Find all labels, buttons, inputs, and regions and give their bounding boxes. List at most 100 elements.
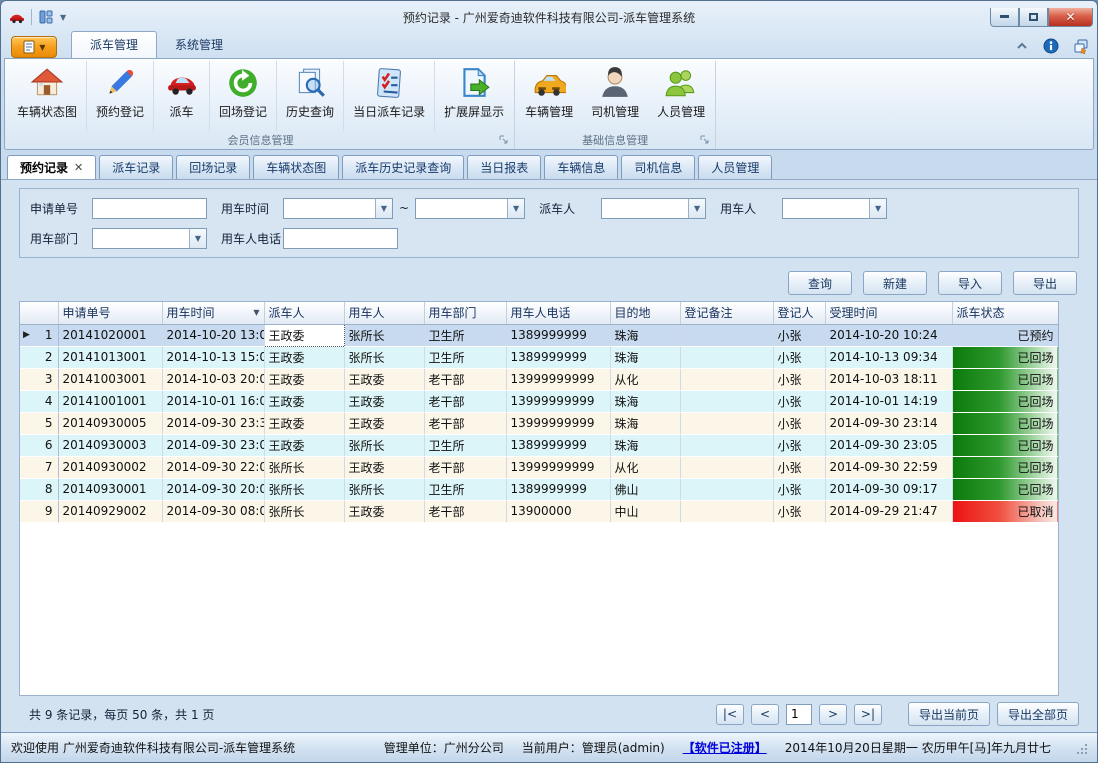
column-header-派车人[interactable]: 派车人 <box>264 302 344 324</box>
switch-window-icon[interactable] <box>1073 38 1089 54</box>
table-cell[interactable]: 2014-09-30 23:14 <box>825 412 952 434</box>
table-row[interactable]: 6201409300032014-09-30 23:00王政委张所长卫生所138… <box>20 434 1058 456</box>
table-cell[interactable]: 2014-10-01 14:19 <box>825 390 952 412</box>
table-cell[interactable]: 从化 <box>610 456 680 478</box>
row-indicator-cell[interactable]: 2 <box>20 346 58 368</box>
table-cell[interactable]: 2014-10-13 09:34 <box>825 346 952 368</box>
table-cell[interactable]: 小张 <box>773 368 825 390</box>
row-indicator-cell[interactable]: 6 <box>20 434 58 456</box>
table-cell[interactable]: 王政委 <box>264 346 344 368</box>
chevron-down-icon[interactable]: ▼ <box>189 229 206 248</box>
table-cell[interactable]: 王政委 <box>264 434 344 456</box>
minimize-button[interactable] <box>990 8 1019 27</box>
table-cell[interactable] <box>680 390 773 412</box>
dispatcher-combo[interactable]: ▼ <box>601 198 706 219</box>
table-cell[interactable]: 已预约 <box>952 324 1058 346</box>
table-cell[interactable]: 小张 <box>773 346 825 368</box>
table-cell[interactable]: 中山 <box>610 500 680 522</box>
table-cell[interactable]: 2014-09-30 23:00 <box>162 434 264 456</box>
table-cell[interactable]: 2014-09-30 23:05 <box>825 434 952 456</box>
app-car-icon[interactable] <box>9 9 25 25</box>
column-header-登记人[interactable]: 登记人 <box>773 302 825 324</box>
table-cell[interactable]: 卫生所 <box>424 434 506 456</box>
doc-tab-7[interactable]: 司机信息 <box>621 155 695 179</box>
column-header-派车状态[interactable]: 派车状态 <box>952 302 1058 324</box>
chevron-down-icon[interactable]: ▼ <box>688 199 705 218</box>
table-cell[interactable]: 老干部 <box>424 456 506 478</box>
table-cell[interactable]: 20141020001 <box>58 324 162 346</box>
table-cell[interactable]: 1389999999 <box>506 478 610 500</box>
table-cell[interactable]: 20140930005 <box>58 412 162 434</box>
table-cell[interactable]: 王政委 <box>344 368 424 390</box>
chevron-down-icon[interactable]: ▼ <box>60 13 66 22</box>
ribbon-button-dispatch[interactable]: 派车 <box>153 61 209 131</box>
maximize-button[interactable] <box>1019 8 1048 27</box>
table-cell[interactable]: 小张 <box>773 456 825 478</box>
table-cell[interactable]: 1389999999 <box>506 324 610 346</box>
use-time-to-combo[interactable]: ▼ <box>415 198 525 219</box>
table-cell[interactable]: 20141013001 <box>58 346 162 368</box>
table-cell[interactable]: 佛山 <box>610 478 680 500</box>
table-cell[interactable]: 20140930001 <box>58 478 162 500</box>
table-cell[interactable]: 珠海 <box>610 412 680 434</box>
export-current-page-button[interactable]: 导出当前页 <box>908 702 990 726</box>
table-cell[interactable]: 已回场 <box>952 368 1058 390</box>
table-cell[interactable]: 王政委 <box>264 324 344 346</box>
row-indicator-cell[interactable]: ▶1 <box>20 324 58 346</box>
collapse-ribbon-icon[interactable] <box>1015 39 1029 53</box>
user-combo[interactable]: ▼ <box>782 198 887 219</box>
ribbon-button-vehicle-manage[interactable]: 车辆管理 <box>516 61 582 131</box>
table-cell[interactable]: 珠海 <box>610 346 680 368</box>
new-button[interactable]: 新建 <box>863 271 927 295</box>
page-number-input[interactable] <box>786 704 812 725</box>
table-cell[interactable] <box>680 324 773 346</box>
chevron-down-icon[interactable]: ▼ <box>375 199 392 218</box>
table-cell[interactable]: 小张 <box>773 412 825 434</box>
chevron-down-icon[interactable]: ▼ <box>869 199 886 218</box>
table-cell[interactable]: 张所长 <box>344 324 424 346</box>
table-cell[interactable] <box>680 478 773 500</box>
ribbon-button-return-register[interactable]: 回场登记 <box>209 61 276 131</box>
table-cell[interactable]: 小张 <box>773 434 825 456</box>
table-cell[interactable]: 张所长 <box>264 456 344 478</box>
table-cell[interactable] <box>680 456 773 478</box>
table-cell[interactable]: 小张 <box>773 390 825 412</box>
ribbon-tab-dispatch[interactable]: 派车管理 <box>71 31 157 58</box>
table-cell[interactable]: 2014-09-30 08:00 <box>162 500 264 522</box>
column-header-受理时间[interactable]: 受理时间 <box>825 302 952 324</box>
table-cell[interactable]: 珠海 <box>610 324 680 346</box>
table-cell[interactable]: 珠海 <box>610 434 680 456</box>
table-cell[interactable]: 卫生所 <box>424 346 506 368</box>
table-cell[interactable]: 卫生所 <box>424 478 506 500</box>
column-header-用车时间[interactable]: 用车时间▼ <box>162 302 264 324</box>
table-cell[interactable]: 2014-09-30 22:00 <box>162 456 264 478</box>
table-cell[interactable]: 王政委 <box>344 500 424 522</box>
table-cell[interactable]: 已回场 <box>952 434 1058 456</box>
table-cell[interactable]: 13900000 <box>506 500 610 522</box>
table-row[interactable]: 7201409300022014-09-30 22:00张所长王政委老干部139… <box>20 456 1058 478</box>
ribbon-button-driver-manage[interactable]: 司机管理 <box>582 61 648 131</box>
last-page-button[interactable]: >| <box>854 704 882 725</box>
table-row[interactable]: 3201410030012014-10-03 20:00王政委王政委老干部139… <box>20 368 1058 390</box>
table-cell[interactable]: 王政委 <box>344 456 424 478</box>
table-cell[interactable]: 张所长 <box>344 434 424 456</box>
import-button[interactable]: 导入 <box>938 271 1002 295</box>
table-cell[interactable]: 1389999999 <box>506 346 610 368</box>
doc-tab-1[interactable]: 派车记录 <box>99 155 173 179</box>
doc-tab-6[interactable]: 车辆信息 <box>544 155 618 179</box>
row-indicator-cell[interactable]: 3 <box>20 368 58 390</box>
table-cell[interactable]: 已回场 <box>952 412 1058 434</box>
column-header-申请单号[interactable]: 申请单号 <box>58 302 162 324</box>
table-cell[interactable]: 王政委 <box>264 368 344 390</box>
doc-tab-2[interactable]: 回场记录 <box>176 155 250 179</box>
table-cell[interactable]: 13999999999 <box>506 456 610 478</box>
table-cell[interactable]: 小张 <box>773 324 825 346</box>
table-row[interactable]: 2201410130012014-10-13 15:00王政委张所长卫生所138… <box>20 346 1058 368</box>
phone-input[interactable] <box>284 229 397 248</box>
table-cell[interactable]: 13999999999 <box>506 412 610 434</box>
doc-tab-5[interactable]: 当日报表 <box>467 155 541 179</box>
table-cell[interactable]: 20141001001 <box>58 390 162 412</box>
table-cell[interactable]: 1389999999 <box>506 434 610 456</box>
row-indicator-cell[interactable]: 8 <box>20 478 58 500</box>
table-cell[interactable]: 2014-09-29 21:47 <box>825 500 952 522</box>
